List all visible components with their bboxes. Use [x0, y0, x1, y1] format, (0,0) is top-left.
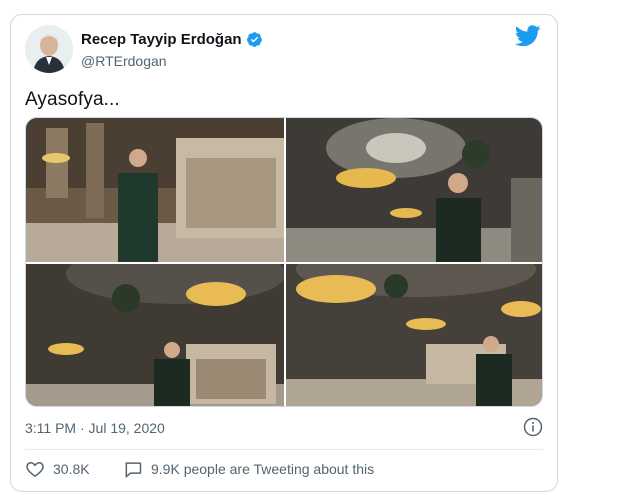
like-button[interactable]: 30.8K — [25, 459, 90, 479]
photo-4[interactable] — [286, 264, 542, 406]
tweet-text: Ayasofya... — [25, 89, 120, 110]
tweet-card[interactable]: Recep Tayyip Erdoğan @RTErdogan Ayasofya… — [10, 14, 558, 492]
divider — [25, 449, 543, 450]
like-count: 30.8K — [53, 461, 90, 477]
photo-1[interactable] — [26, 118, 284, 262]
conversation-link[interactable]: 9.9K people are Tweeting about this — [123, 459, 374, 479]
verified-badge-icon — [246, 31, 263, 48]
author-name-text[interactable]: Recep Tayyip Erdoğan — [81, 31, 242, 48]
author-handle[interactable]: @RTErdogan — [81, 53, 167, 69]
twitter-bird-icon[interactable] — [514, 25, 541, 47]
photo-2[interactable] — [286, 118, 542, 262]
tweet-timestamp[interactable]: 3:11 PM · Jul 19, 2020 — [25, 420, 165, 436]
media-grid — [25, 117, 543, 407]
heart-icon[interactable] — [25, 459, 45, 479]
speech-bubble-icon[interactable] — [123, 459, 143, 479]
info-icon[interactable] — [523, 417, 543, 437]
author-name[interactable]: Recep Tayyip Erdoğan — [81, 31, 263, 48]
photo-3[interactable] — [26, 264, 284, 406]
conversation-text: 9.9K people are Tweeting about this — [151, 461, 375, 477]
avatar[interactable] — [25, 25, 73, 73]
